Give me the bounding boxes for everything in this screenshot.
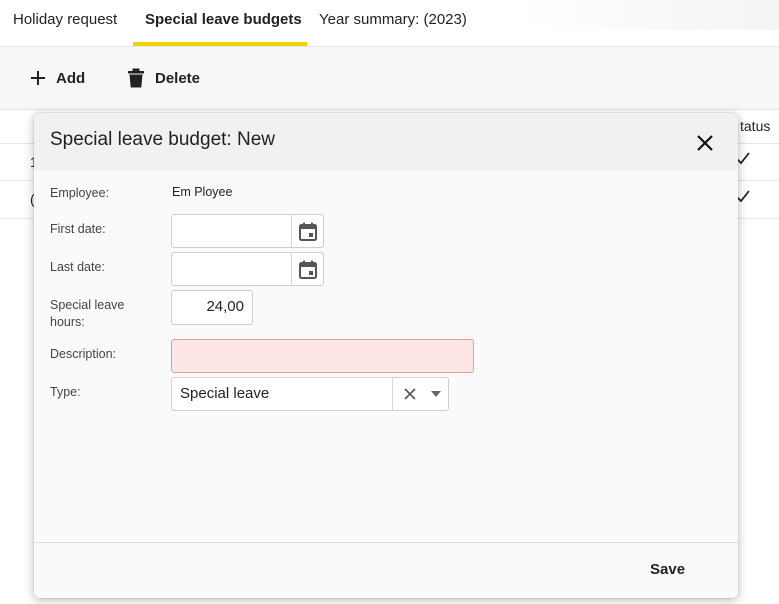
- description-input[interactable]: [171, 339, 474, 373]
- tab-bar-fade: [520, 0, 779, 30]
- delete-button-label: Delete: [155, 69, 201, 87]
- tab-holiday-request[interactable]: Holiday request: [13, 0, 117, 46]
- status-column-header: tatus: [740, 118, 771, 134]
- add-button[interactable]: Add: [30, 47, 85, 109]
- calendar-icon[interactable]: [291, 253, 323, 285]
- special-leave-hours-label: Special leave hours:: [50, 298, 125, 329]
- description-label: Description:: [50, 347, 116, 361]
- last-date-label: Last date:: [50, 260, 105, 274]
- calendar-icon[interactable]: [291, 215, 323, 247]
- last-date-field[interactable]: [171, 252, 324, 286]
- add-button-label: Add: [56, 69, 86, 87]
- chevron-down-icon[interactable]: [425, 378, 447, 410]
- type-value: Special leave: [180, 385, 270, 402]
- close-icon[interactable]: [693, 131, 717, 155]
- checkmark-icon: [736, 152, 750, 171]
- special-leave-budget-dialog: Special leave budget: New Employee: Em P…: [34, 113, 738, 598]
- checkmark-icon: [736, 190, 750, 209]
- plus-icon: [30, 70, 46, 86]
- first-date-field[interactable]: [171, 214, 324, 248]
- special-leave-hours-input[interactable]: 24,00: [171, 290, 253, 325]
- clear-icon[interactable]: [392, 378, 426, 410]
- first-date-label: First date:: [50, 222, 106, 236]
- trash-icon: [127, 68, 145, 88]
- delete-button[interactable]: Delete: [127, 47, 200, 109]
- dialog-title: Special leave budget: New: [50, 129, 275, 150]
- tab-bar: Holiday request Special leave budgets Ye…: [0, 0, 779, 47]
- tab-special-leave-budgets[interactable]: Special leave budgets: [145, 0, 302, 46]
- dialog-footer: Save: [34, 542, 738, 598]
- tab-year-summary[interactable]: Year summary: (2023): [319, 0, 467, 46]
- dialog-header: Special leave budget: New: [34, 113, 738, 170]
- toolbar: Add Delete: [0, 47, 779, 110]
- employee-label: Employee:: [50, 186, 110, 200]
- active-tab-indicator: [133, 42, 307, 46]
- type-label: Type:: [50, 385, 81, 399]
- save-button[interactable]: Save: [640, 543, 695, 598]
- type-select[interactable]: Special leave: [171, 377, 449, 411]
- employee-value: Em Ployee: [172, 185, 233, 199]
